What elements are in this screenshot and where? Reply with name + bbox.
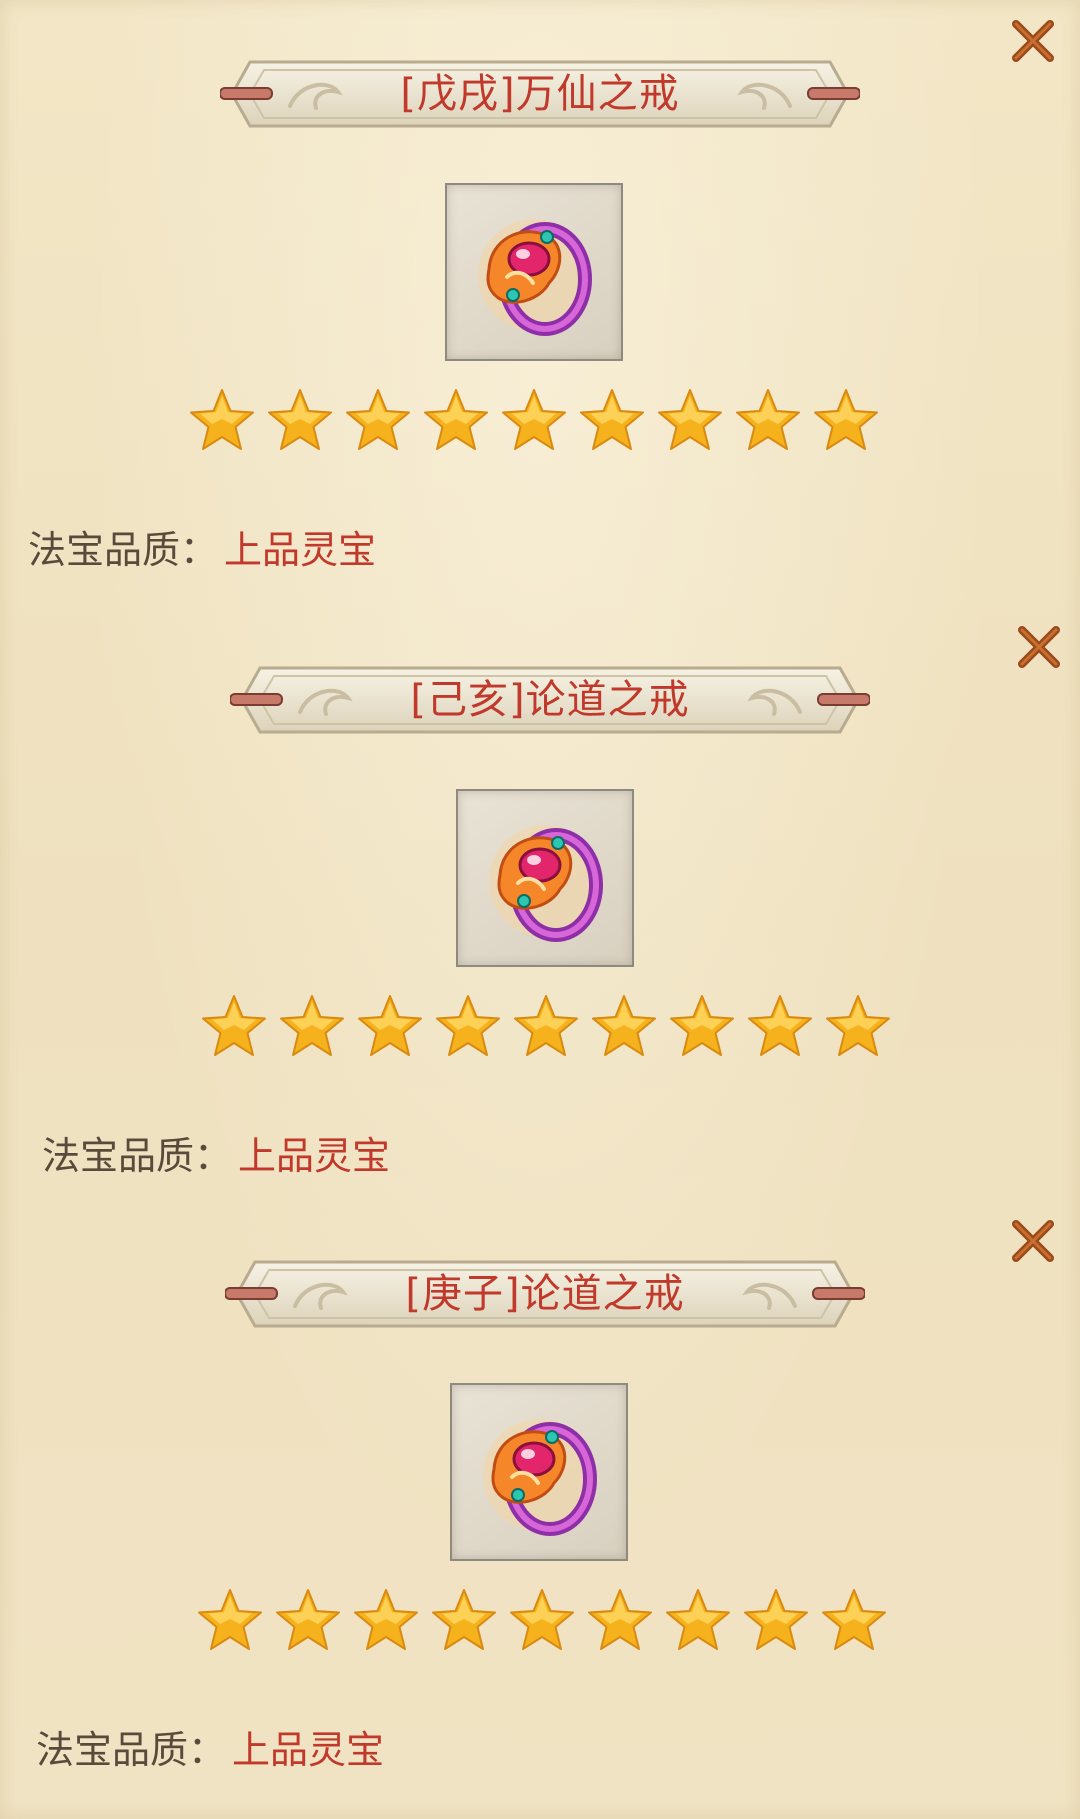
star-icon [430, 1586, 498, 1656]
star-icon [668, 992, 736, 1062]
star-icon [266, 386, 334, 456]
item-slot[interactable] [456, 789, 634, 967]
title-banner: [戊戌]万仙之戒 [220, 52, 860, 136]
star-icon [434, 992, 502, 1062]
star-icon [200, 992, 268, 1062]
ring-icon [478, 219, 592, 336]
star-icon [422, 386, 490, 456]
treasure-title: [己亥]论道之戒 [410, 677, 690, 723]
close-icon[interactable] [1016, 624, 1062, 670]
quality-label: 法宝品质： [42, 1134, 233, 1178]
ring-icon [489, 825, 603, 942]
close-icon[interactable] [1010, 18, 1056, 64]
ring-icon [483, 1419, 597, 1536]
star-icon [824, 992, 892, 1062]
star-icon [196, 1586, 264, 1656]
star-icon [742, 1586, 810, 1656]
star-icon [344, 386, 412, 456]
star-icon [278, 992, 346, 1062]
quality-label: 法宝品质： [36, 1728, 227, 1772]
star-icon [356, 992, 424, 1062]
star-icon [274, 1586, 342, 1656]
star-icon [578, 386, 646, 456]
close-icon[interactable] [1010, 1218, 1056, 1264]
quality-row: 法宝品质： 上品灵宝 [42, 1128, 390, 1184]
star-icon [590, 992, 658, 1062]
treasure-title: [戊戌]万仙之戒 [400, 71, 680, 117]
star-icon [188, 386, 256, 456]
quality-value: 上品灵宝 [224, 528, 377, 572]
star-icon [664, 1586, 732, 1656]
star-icon [656, 386, 724, 456]
title-banner: [己亥]论道之戒 [230, 658, 870, 742]
star-icon [352, 1586, 420, 1656]
star-icon [734, 386, 802, 456]
treasure-card: [戊戌]万仙之戒 法宝品质： 上品灵宝 [0, 0, 1080, 606]
star-rating [196, 1586, 888, 1656]
quality-value: 上品灵宝 [232, 1728, 385, 1772]
item-slot[interactable] [445, 183, 623, 361]
star-icon [512, 992, 580, 1062]
star-icon [508, 1586, 576, 1656]
star-rating [200, 992, 892, 1062]
star-icon [746, 992, 814, 1062]
treasure-list-panel: [戊戌]万仙之戒 法宝品质： 上品灵宝 [己亥]论道之戒 法宝品质： 上品灵宝 … [0, 0, 1080, 1819]
treasure-card: [己亥]论道之戒 法宝品质： 上品灵宝 [0, 606, 1080, 1212]
quality-row: 法宝品质： 上品灵宝 [28, 522, 376, 578]
title-banner: [庚子]论道之戒 [225, 1252, 865, 1336]
treasure-card: [庚子]论道之戒 法宝品质： 上品灵宝 [0, 1200, 1080, 1806]
star-icon [812, 386, 880, 456]
item-slot[interactable] [450, 1383, 628, 1561]
quality-label: 法宝品质： [28, 528, 219, 572]
star-rating [188, 386, 880, 456]
star-icon [500, 386, 568, 456]
star-icon [586, 1586, 654, 1656]
quality-row: 法宝品质： 上品灵宝 [36, 1722, 384, 1778]
treasure-title: [庚子]论道之戒 [405, 1271, 685, 1317]
star-icon [820, 1586, 888, 1656]
quality-value: 上品灵宝 [238, 1134, 391, 1178]
